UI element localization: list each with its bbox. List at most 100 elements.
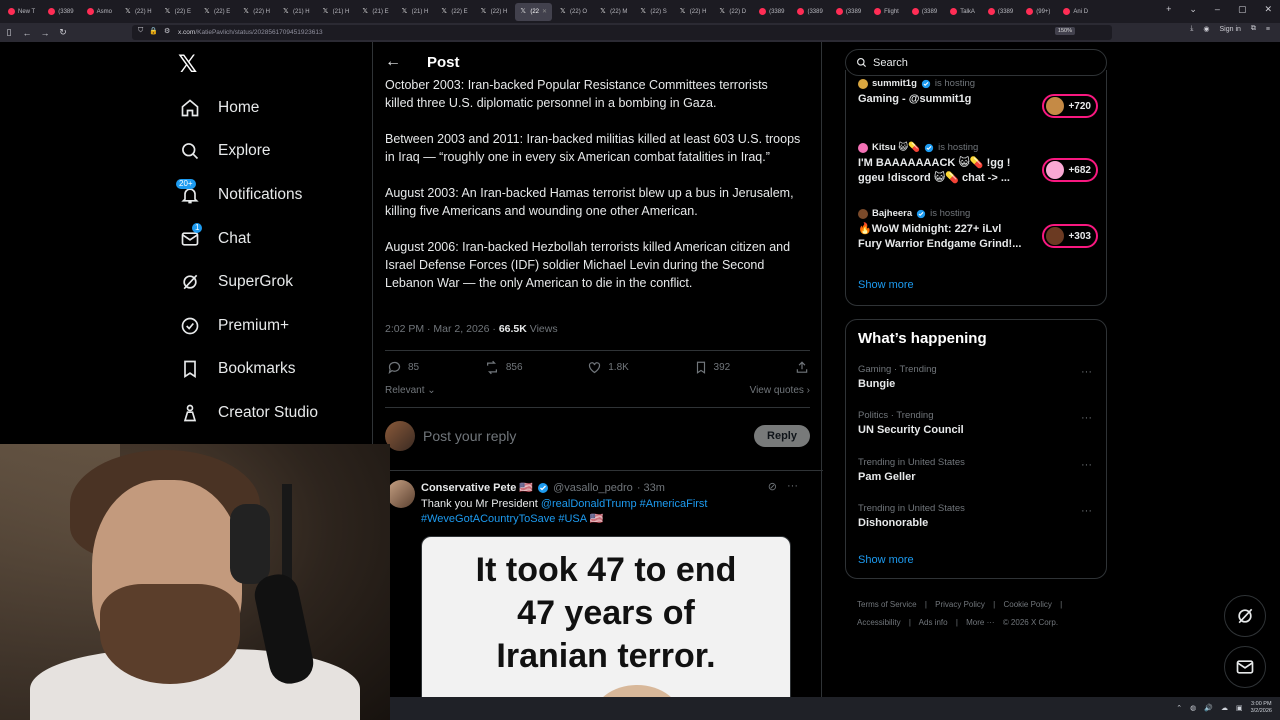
sign-in-link[interactable]: Sign in [1220, 26, 1241, 33]
extensions-icon[interactable]: ⧉ [1251, 25, 1256, 33]
browser-tab[interactable]: 𝕏 (22) H [238, 3, 275, 21]
clock[interactable]: 3:00 PM 3/2/2026 [1251, 701, 1272, 715]
like-action[interactable]: 1.8K [587, 360, 629, 375]
reload-icon[interactable]: ↻ [54, 27, 72, 38]
handle[interactable]: @vasallo_pedro [553, 482, 633, 494]
sort-dropdown[interactable]: Relevant ⌄ [385, 385, 436, 396]
browser-tab[interactable]: Flight [869, 3, 904, 21]
more-icon[interactable]: ··· [1081, 412, 1092, 424]
nav-item-supergrok[interactable]: SuperGrok [178, 260, 368, 304]
tweet-image[interactable]: It took 47 to end 47 years of Iranian te… [421, 536, 791, 720]
avatar[interactable] [387, 480, 415, 508]
browser-tab[interactable]: 𝕏 (21) H [397, 3, 434, 21]
browser-tab[interactable]: Ani D [1058, 3, 1093, 21]
hashtag-link[interactable]: #AmericaFirst [637, 498, 708, 510]
share-action[interactable] [795, 360, 809, 375]
live-item[interactable]: Kitsu 😺💊 is hosting I'M BAAAAAAACK 😺💊 !g… [858, 142, 1098, 186]
post-timestamp[interactable]: 2:02 PM · Mar 2, 2026 · [385, 323, 499, 335]
search-input[interactable]: Search [845, 49, 1107, 76]
browser-tab[interactable]: (99+) [1021, 3, 1055, 21]
mention-link[interactable]: @realDonaldTrump [541, 498, 637, 510]
browser-tab[interactable]: 𝕏 (22) E [199, 3, 235, 21]
browser-tab[interactable]: 𝕏 (22 ✕ [515, 2, 553, 21]
browser-tab[interactable]: (3389 [907, 3, 942, 21]
back-arrow-icon[interactable]: ← [385, 53, 407, 71]
live-count-pill[interactable]: +303 [1042, 224, 1098, 248]
hashtag-link[interactable]: #WeveGotACountryToSave #USA [421, 513, 587, 525]
trend-item[interactable]: Trending in United States Dishonorable ·… [858, 503, 1098, 529]
reply-input[interactable]: Post your reply [423, 428, 754, 444]
show-more-link[interactable]: Show more [858, 279, 914, 291]
tweet-time[interactable]: · 33m [637, 482, 665, 494]
minimize-icon[interactable]: – [1215, 4, 1220, 15]
more-icon[interactable]: ··· [1081, 366, 1092, 378]
maximize-icon[interactable]: ▢ [1238, 4, 1247, 15]
trend-item[interactable]: Gaming · Trending Bungie ··· [858, 364, 1098, 390]
sidebar-toggle-icon[interactable]: ▯ [0, 27, 18, 38]
browser-tab[interactable]: 𝕏 (21) H [318, 3, 355, 21]
browser-tab[interactable]: TalkA [945, 3, 980, 21]
browser-tab[interactable]: 𝕏 (22) H [120, 3, 157, 21]
browser-tab[interactable]: (3389 [831, 3, 866, 21]
browser-tab[interactable]: 𝕏 (22) H [476, 3, 513, 21]
browser-tab[interactable]: 𝕏 (22) S [635, 3, 671, 21]
bookmark-action[interactable]: 392 [694, 360, 730, 375]
live-item[interactable]: summit1g is hosting Gaming - @summit1g +… [858, 78, 1098, 118]
permissions-icon[interactable]: ⚙ [164, 27, 170, 35]
chevron-up-icon[interactable]: ⌃ [1176, 704, 1182, 712]
forward-icon[interactable]: → [36, 28, 54, 38]
more-link[interactable]: More ··· [966, 618, 994, 627]
nav-item-bookmarks[interactable]: Bookmarks [178, 348, 368, 392]
nav-item-chat[interactable]: 1 Chat [178, 217, 368, 261]
accessibility-link[interactable]: Accessibility [857, 618, 901, 627]
trend-item[interactable]: Trending in United States Pam Geller ··· [858, 457, 1098, 483]
ads-info-link[interactable]: Ads info [919, 618, 948, 627]
shield-icon[interactable]: ⛉ [138, 27, 143, 35]
reply-button[interactable]: Reply [754, 425, 810, 447]
account-icon[interactable]: ◉ [1203, 25, 1209, 33]
grok-fab[interactable] [1224, 595, 1266, 637]
browser-tab[interactable]: 𝕏 (22) M [595, 3, 632, 21]
browser-tab[interactable]: 𝕏 (22) E [160, 3, 196, 21]
more-icon[interactable]: ··· [787, 480, 798, 493]
back-icon[interactable]: ← [18, 28, 36, 38]
browser-tab[interactable]: (3389 [754, 3, 789, 21]
x-logo[interactable]: 𝕏 [178, 50, 197, 79]
lock-icon[interactable]: 🔒 [149, 27, 158, 35]
browser-tab[interactable]: 𝕏 (22) O [555, 3, 592, 21]
privacy-link[interactable]: Privacy Policy [935, 600, 985, 609]
more-icon[interactable]: ··· [1081, 459, 1092, 471]
display-icon[interactable]: ▣ [1236, 704, 1243, 712]
browser-tab[interactable]: 𝕏 (22) D [714, 3, 751, 21]
reply-action[interactable]: 85 [387, 360, 419, 375]
browser-tab[interactable]: (3389 [792, 3, 827, 21]
cookie-link[interactable]: Cookie Policy [1003, 600, 1051, 609]
new-tab-icon[interactable]: + [1166, 4, 1171, 15]
more-icon[interactable]: ··· [1081, 505, 1092, 517]
browser-tab[interactable]: 𝕏 (21) E [357, 3, 393, 21]
live-count-pill[interactable]: +720 [1042, 94, 1098, 118]
live-item[interactable]: Bajheera is hosting 🔥WoW Midnight: 227+ … [858, 208, 1098, 252]
view-quotes-link[interactable]: View quotes › [750, 385, 810, 396]
terms-link[interactable]: Terms of Service [857, 600, 917, 609]
close-tab-icon[interactable]: ✕ [542, 8, 547, 15]
nav-item-premium[interactable]: Premium+ [178, 304, 368, 348]
nav-item-home[interactable]: Home [178, 86, 368, 130]
browser-tab[interactable]: (3389 [983, 3, 1018, 21]
menu-icon[interactable]: ≡ [1266, 26, 1270, 33]
volume-icon[interactable]: 🔊 [1204, 704, 1213, 712]
browser-tab[interactable]: 𝕏 (21) H [278, 3, 315, 21]
live-count-pill[interactable]: +682 [1042, 158, 1098, 182]
network-icon[interactable]: ◍ [1190, 704, 1196, 712]
nav-item-creator-studio[interactable]: Creator Studio [178, 391, 368, 435]
download-icon[interactable]: ⤓ [1190, 25, 1193, 33]
messages-fab[interactable] [1224, 646, 1266, 688]
zoom-level[interactable]: 150% [1054, 27, 1075, 35]
nav-item-notifications[interactable]: 20+ Notifications [176, 173, 368, 217]
browser-tab[interactable]: 𝕏 (22) E [436, 3, 472, 21]
grok-icon[interactable]: ⊘ [768, 480, 777, 493]
address-bar[interactable]: x.com/KatiePavlich/status/20285617094519… [132, 25, 1112, 40]
nav-item-explore[interactable]: Explore [178, 130, 368, 174]
browser-tab[interactable]: Asmo [82, 3, 117, 21]
show-more-link[interactable]: Show more [858, 554, 914, 566]
